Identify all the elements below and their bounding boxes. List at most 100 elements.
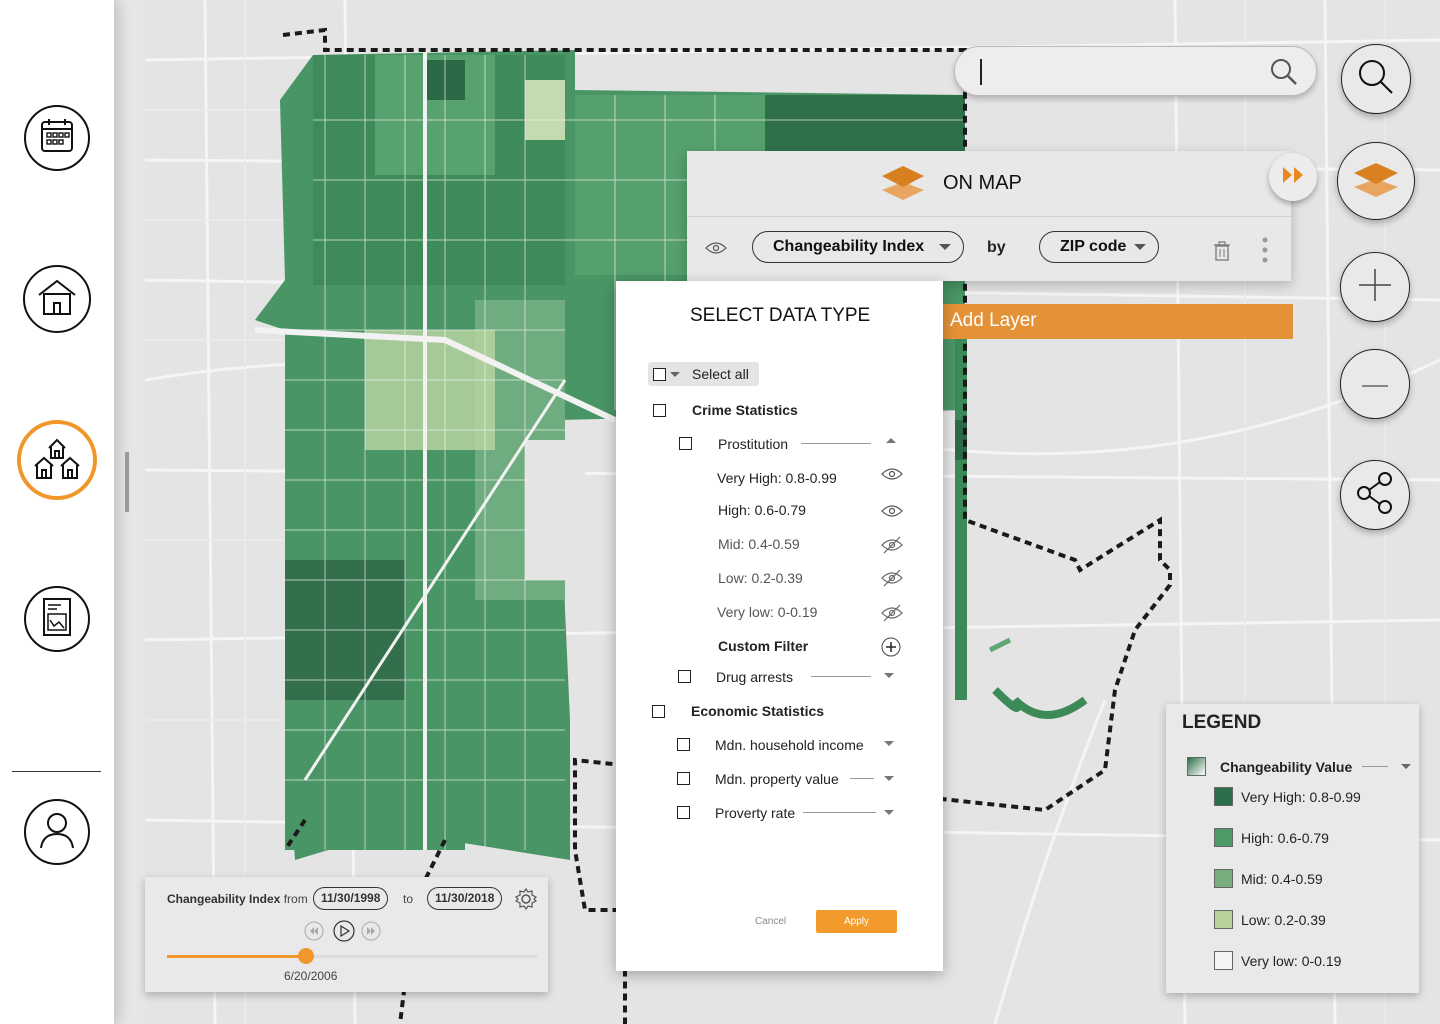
by-label: by bbox=[987, 239, 1006, 256]
timeline-slider-thumb[interactable] bbox=[297, 948, 314, 964]
add-layer-button[interactable]: Add Layer bbox=[942, 304, 1293, 339]
eye-off-icon[interactable] bbox=[881, 604, 903, 627]
house-icon bbox=[35, 277, 79, 322]
legend-swatch bbox=[1214, 910, 1233, 929]
chevron-down-icon[interactable] bbox=[884, 741, 894, 746]
panel-title: SELECT DATA TYPE bbox=[690, 305, 871, 326]
economic-statistics-label: Economic Statistics bbox=[691, 703, 825, 719]
group-select[interactable]: ZIP code bbox=[1039, 231, 1159, 263]
divider-line bbox=[811, 676, 871, 677]
property-value-checkbox[interactable] bbox=[677, 772, 690, 785]
search-button[interactable] bbox=[1341, 44, 1411, 114]
divider-line bbox=[801, 443, 871, 444]
legend-swatch bbox=[1214, 869, 1233, 888]
chevron-up-icon[interactable] bbox=[886, 438, 896, 443]
timeline-layer-name: Changeability Index bbox=[167, 892, 281, 906]
timeline-panel: Changeability Index from 11/30/1998 to 1… bbox=[145, 877, 548, 992]
sidebar-item-home[interactable] bbox=[23, 265, 91, 333]
houses-icon bbox=[31, 434, 83, 487]
legend-item-label: Very High: 0.8-0.99 bbox=[1241, 788, 1361, 805]
legend-swatch bbox=[1214, 828, 1233, 847]
magnifier-icon bbox=[1354, 55, 1398, 104]
drug-arrests-label: Drug arrests bbox=[716, 669, 794, 685]
chevron-down-icon[interactable] bbox=[884, 810, 894, 815]
sidebar-item-calendar[interactable] bbox=[24, 105, 90, 171]
legend-item-label: Mid: 0.4-0.59 bbox=[1241, 870, 1323, 887]
legend-item: Very High: 0.8-0.99 bbox=[1214, 787, 1361, 806]
play-button[interactable] bbox=[333, 920, 355, 947]
sidebar-divider bbox=[12, 771, 101, 772]
custom-filter-label: Custom Filter bbox=[718, 638, 809, 654]
group-select-value: ZIP code bbox=[1060, 238, 1127, 255]
select-all-checkbox[interactable] bbox=[653, 367, 666, 381]
visibility-eye-icon[interactable] bbox=[705, 241, 727, 260]
legend-heading[interactable]: Changeability Value bbox=[1187, 757, 1412, 776]
chevron-down-icon[interactable] bbox=[884, 673, 894, 678]
share-button[interactable] bbox=[1340, 460, 1410, 530]
level-low: Low: 0.2-0.39 bbox=[718, 570, 803, 586]
eye-icon[interactable] bbox=[881, 467, 903, 486]
add-filter-icon[interactable] bbox=[881, 637, 901, 662]
zoom-in-button[interactable] bbox=[1340, 252, 1410, 322]
legend-item: Very low: 0-0.19 bbox=[1214, 951, 1341, 970]
crime-statistics-checkbox[interactable] bbox=[653, 404, 666, 417]
divider-line bbox=[803, 812, 876, 813]
from-label: from bbox=[283, 892, 308, 906]
layer-select[interactable]: Changeability Index bbox=[752, 231, 964, 263]
sidebar-item-report[interactable] bbox=[24, 586, 90, 652]
poverty-rate-checkbox[interactable] bbox=[677, 806, 690, 819]
prostitution-checkbox[interactable] bbox=[679, 437, 692, 450]
sidebar-resize-handle[interactable] bbox=[125, 452, 129, 512]
poverty-rate-label: Proverty rate bbox=[715, 805, 796, 821]
legend-swatch bbox=[1214, 951, 1233, 970]
end-date-picker[interactable]: 11/30/2018 bbox=[427, 887, 503, 910]
select-all-toggle[interactable]: Select all bbox=[648, 362, 759, 386]
trash-icon[interactable] bbox=[1213, 241, 1231, 266]
layer-select-value: Changeability Index bbox=[773, 238, 925, 255]
eye-off-icon[interactable] bbox=[881, 569, 903, 592]
economic-statistics-checkbox[interactable] bbox=[652, 705, 665, 718]
zoom-out-button[interactable] bbox=[1340, 349, 1410, 419]
household-income-label: Mdn. household income bbox=[715, 737, 864, 753]
search-icon[interactable] bbox=[1270, 58, 1298, 91]
chevron-down-icon bbox=[1401, 764, 1412, 769]
text-caret bbox=[980, 59, 982, 85]
double-chevron-right-icon bbox=[1280, 165, 1306, 190]
legend-item-label: High: 0.6-0.79 bbox=[1241, 829, 1329, 846]
collapse-panel-button[interactable] bbox=[1269, 153, 1317, 201]
cancel-button[interactable]: Cancel bbox=[755, 916, 786, 927]
apply-button[interactable]: Apply bbox=[816, 910, 897, 933]
household-income-checkbox[interactable] bbox=[677, 738, 690, 751]
start-date-picker[interactable]: 11/30/1998 bbox=[313, 887, 389, 910]
rewind-button[interactable] bbox=[304, 921, 324, 946]
eye-off-icon[interactable] bbox=[881, 536, 903, 559]
divider-line bbox=[850, 778, 874, 779]
more-vertical-icon[interactable] bbox=[1262, 237, 1268, 268]
layers-icon bbox=[1352, 157, 1400, 206]
caret-down-icon[interactable] bbox=[670, 371, 680, 377]
current-date-label: 6/20/2006 bbox=[284, 969, 338, 983]
legend-title: LEGEND bbox=[1182, 712, 1262, 733]
prostitution-label: Prostitution bbox=[718, 436, 789, 452]
chevron-down-icon bbox=[939, 244, 951, 250]
layers-icon bbox=[880, 162, 926, 209]
level-very-high: Very High: 0.8-0.99 bbox=[717, 470, 837, 486]
calendar-icon bbox=[37, 116, 77, 161]
sidebar-item-neighborhood[interactable] bbox=[17, 420, 97, 500]
settings-gear-icon[interactable] bbox=[514, 887, 538, 915]
drug-arrests-checkbox[interactable] bbox=[678, 670, 691, 683]
select-all-label: Select all bbox=[692, 366, 749, 382]
eye-icon[interactable] bbox=[881, 504, 903, 523]
chevron-down-icon[interactable] bbox=[884, 776, 894, 781]
report-chart-icon bbox=[37, 595, 77, 644]
timeline-slider-fill bbox=[167, 955, 306, 958]
chevron-down-icon bbox=[1134, 244, 1146, 250]
user-icon bbox=[33, 806, 81, 859]
sidebar bbox=[0, 0, 114, 1024]
timeline-slider-track[interactable] bbox=[167, 955, 537, 958]
layers-button[interactable] bbox=[1337, 142, 1415, 220]
search-input[interactable] bbox=[954, 46, 1317, 96]
plus-icon bbox=[1357, 267, 1393, 308]
sidebar-item-profile[interactable] bbox=[24, 799, 90, 865]
fast-forward-button[interactable] bbox=[361, 921, 381, 946]
